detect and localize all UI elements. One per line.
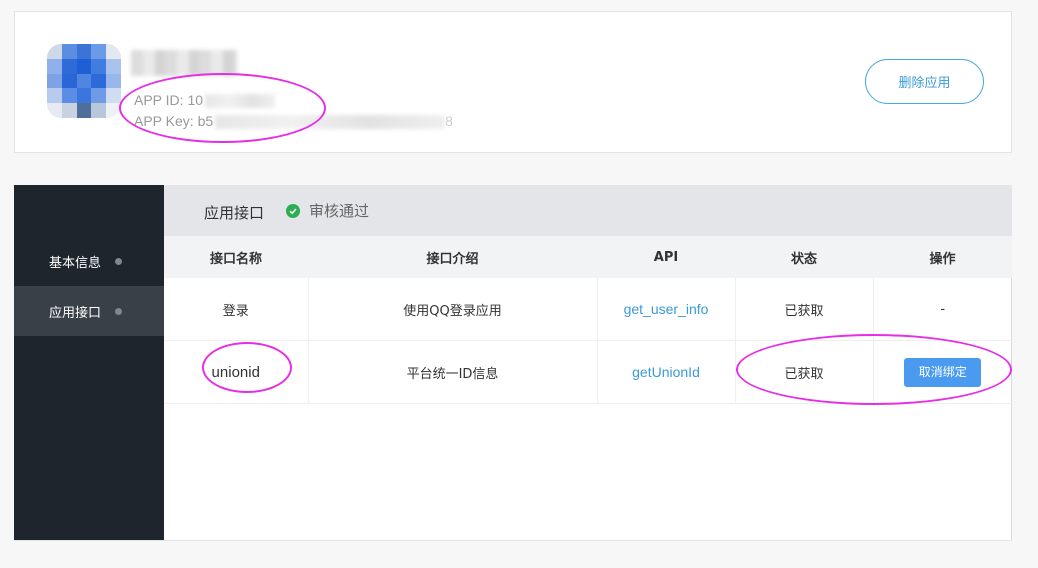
dot-icon [115, 307, 123, 315]
dot-icon [115, 257, 123, 265]
app-key-redacted [215, 115, 446, 130]
review-status: 审核通过 [286, 200, 369, 221]
content-area: 应用接口 审核通过 接口名称 接口介绍 API 状态 操作 登录 使用QQ登录应… [164, 185, 1012, 540]
check-circle-icon [286, 203, 300, 218]
sidebar-item-label: 应用接口 [49, 305, 102, 321]
api-link[interactable]: getUnionId [632, 364, 700, 380]
cell-action: - [873, 278, 1012, 341]
cell-desc: 使用QQ登录应用 [308, 278, 598, 341]
review-status-text: 审核通过 [309, 202, 370, 220]
app-key-label: APP Key: [134, 113, 194, 129]
unbind-button[interactable]: 取消绑定 [904, 357, 982, 387]
header-api: API [597, 236, 735, 278]
header-status: 状态 [735, 236, 873, 278]
app-id-row: APP ID: 10 [134, 92, 276, 109]
table-row: unionid 平台统一ID信息 getUnionId 已获取 取消绑定 [164, 340, 1012, 404]
sidebar-item-app-api[interactable]: 应用接口 [14, 286, 164, 336]
app-name-redacted [131, 50, 237, 76]
sidebar-item-label: 基本信息 [49, 255, 102, 271]
app-id-redacted [205, 94, 276, 109]
api-link[interactable]: get_user_info [624, 301, 709, 317]
app-key-row: APP Key: b5 8 [134, 113, 453, 130]
delete-app-button[interactable]: 删除应用 [865, 59, 984, 104]
api-table: 接口名称 接口介绍 API 状态 操作 登录 使用QQ登录应用 get_user… [164, 236, 1012, 404]
cell-name: unionid [211, 363, 260, 381]
cell-status: 已获取 [735, 278, 874, 341]
cell-name: 登录 [164, 278, 309, 341]
header-name: 接口名称 [164, 236, 308, 278]
tab-title: 应用接口 [204, 204, 265, 222]
sidebar-item-basic-info[interactable]: 基本信息 [14, 236, 164, 286]
header-desc: 接口介绍 [308, 236, 597, 278]
header-action: 操作 [873, 236, 1012, 278]
sidebar: 基本信息 应用接口 [14, 185, 164, 540]
content-header: 应用接口 审核通过 [164, 185, 1012, 236]
app-info-card: APP ID: 10 APP Key: b5 8 删除应用 [14, 11, 1012, 153]
app-key-suffix: 8 [445, 113, 453, 129]
app-icon [47, 44, 121, 118]
main-panel: 基本信息 应用接口 应用接口 审核通过 接口名称 接口介绍 API 状态 操作 … [14, 185, 1012, 540]
divider [14, 540, 1012, 541]
app-id-label: APP ID: [134, 92, 184, 108]
app-id-value: 10 [187, 92, 204, 108]
table-header-row: 接口名称 接口介绍 API 状态 操作 [164, 236, 1012, 278]
app-key-value: b5 [197, 113, 214, 129]
cell-desc: 平台统一ID信息 [308, 340, 598, 404]
cell-status: 已获取 [735, 340, 874, 404]
table-row: 登录 使用QQ登录应用 get_user_info 已获取 - [164, 278, 1012, 341]
